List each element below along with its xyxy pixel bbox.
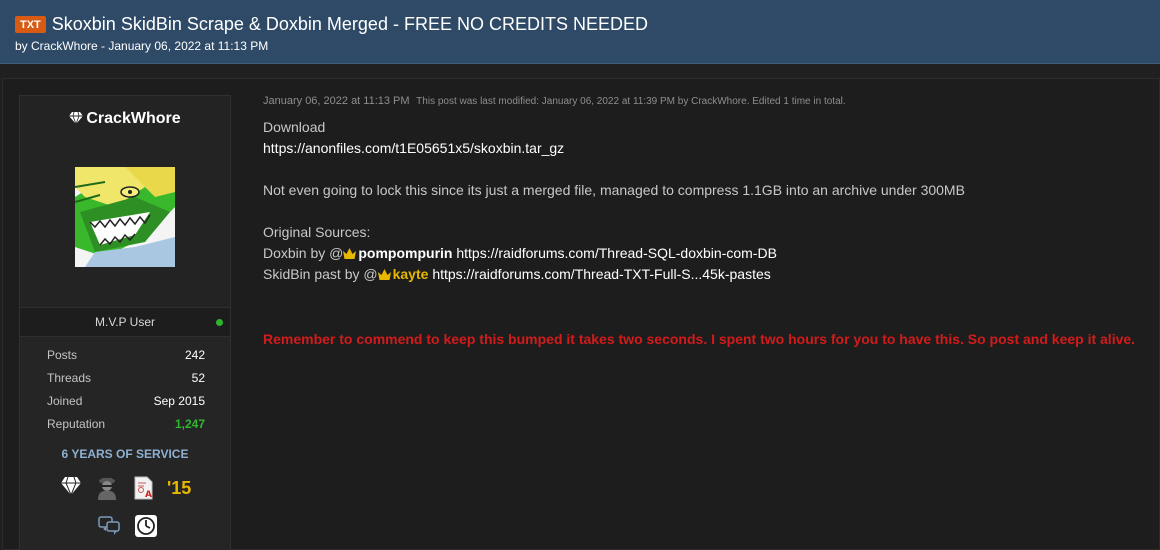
stat-row-threads: Threads 52: [47, 371, 205, 394]
years-of-service: 6 YEARS OF SERVICE: [61, 447, 189, 461]
stat-label: Joined: [47, 394, 83, 408]
post-meta: January 06, 2022 at 11:13 PM This post w…: [263, 95, 1153, 109]
diamond-icon: [69, 111, 84, 126]
download-link[interactable]: https://anonfiles.com/t1E05651x5/skoxbin…: [263, 138, 1153, 159]
prefix-badge[interactable]: TXT: [15, 15, 46, 33]
author-username-row[interactable]: CrackWhore: [20, 110, 230, 128]
svg-text:A: A: [145, 490, 152, 500]
sources-heading: Original Sources:: [263, 224, 371, 240]
usergroup-bar: M.V.P User: [20, 307, 230, 337]
author-sidebar: CrackWhore M.V.P User Posts 242 Threads …: [19, 95, 231, 550]
stat-row-joined: Joined Sep 2015: [47, 394, 205, 417]
reputation-value[interactable]: 1,247: [175, 417, 205, 440]
stat-row-reputation: Reputation 1,247: [47, 417, 205, 440]
thread-title-row: TXT Skoxbin SkidBin Scrape & Doxbin Merg…: [15, 14, 648, 34]
avatar[interactable]: [75, 167, 175, 267]
post-container: CrackWhore M.V.P User Posts 242 Threads …: [2, 78, 1160, 550]
source-prefix: SkidBin past by @: [263, 266, 378, 282]
post-content: Download https://anonfiles.com/t1E05651x…: [263, 117, 1153, 285]
stat-label: Reputation: [47, 417, 106, 431]
awards-row: [98, 514, 168, 540]
thread-meta: by CrackWhore - January 06, 2022 at 11:1…: [15, 39, 269, 53]
author-stats: Posts 242 Threads 52 Joined Sep 2015 Rep…: [47, 348, 205, 440]
stat-value: 242: [184, 348, 205, 362]
source-link[interactable]: https://raidforums.com/Thread-TXT-Full-S…: [432, 266, 770, 282]
source-line-doxbin: Doxbin by @ pompompurin https://raidforum…: [263, 243, 1153, 264]
source-prefix: Doxbin by @: [263, 245, 344, 261]
post-date[interactable]: January 06, 2022 at 11:13 PM: [263, 95, 410, 107]
online-status-dot: [216, 319, 223, 326]
thread-header: TXT Skoxbin SkidBin Scrape & Doxbin Merg…: [0, 0, 1160, 64]
certificate-icon[interactable]: A: [132, 476, 154, 505]
year-award[interactable]: '15: [167, 478, 191, 499]
source-line-skidbin: SkidBin past by @ kayte https://raidforum…: [263, 264, 1153, 285]
post-edit-note: This post was last modified: January 06,…: [416, 96, 846, 107]
chat-icon[interactable]: [98, 514, 120, 541]
stat-label: Posts: [47, 348, 78, 362]
agent-icon[interactable]: [96, 476, 118, 505]
stat-value: 52: [191, 371, 205, 385]
download-label: Download: [263, 119, 326, 135]
crown-icon: [343, 248, 357, 259]
mention-user[interactable]: pompompurin: [358, 245, 452, 261]
stat-value: Sep 2015: [153, 394, 205, 408]
crown-icon: [377, 269, 391, 280]
clock-icon[interactable]: [134, 514, 158, 543]
stat-row-posts: Posts 242: [47, 348, 205, 371]
source-link[interactable]: https://raidforums.com/Thread-SQL-doxbin…: [456, 245, 777, 261]
thread-title: Skoxbin SkidBin Scrape & Doxbin Merged -…: [51, 14, 648, 34]
bump-note: Remember to commend to keep this bumped …: [263, 331, 1136, 347]
author-profile: CrackWhore: [20, 96, 230, 306]
diamond-icon[interactable]: [60, 476, 82, 501]
post-description: Not even going to lock this since its ju…: [263, 182, 965, 198]
awards-row: A '15: [60, 476, 200, 502]
stat-label: Threads: [47, 371, 92, 385]
mention-user[interactable]: kayte: [393, 266, 429, 282]
author-username[interactable]: CrackWhore: [86, 110, 180, 127]
usergroup-label: M.V.P User: [94, 315, 156, 329]
post-body: January 06, 2022 at 11:13 PM This post w…: [263, 95, 1153, 285]
